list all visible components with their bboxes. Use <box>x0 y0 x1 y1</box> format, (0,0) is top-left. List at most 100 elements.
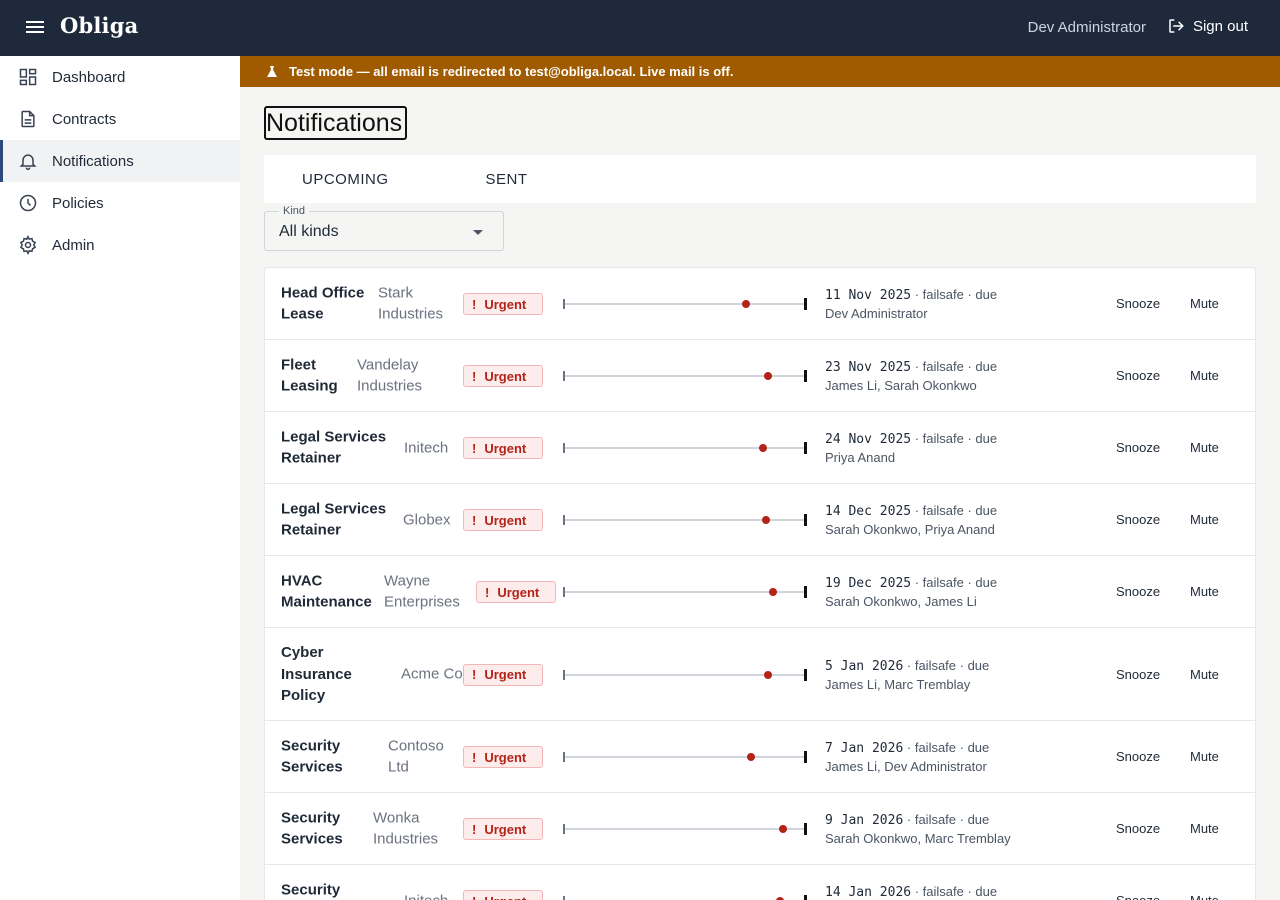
timeline-due-tick <box>804 298 807 310</box>
mute-button[interactable]: Mute <box>1190 893 1219 900</box>
mute-button[interactable]: Mute <box>1190 821 1219 836</box>
notification-info: 14 Jan 2026 · failsafe · due <box>825 883 997 900</box>
mute-button[interactable]: Mute <box>1190 749 1219 764</box>
timeline-due-tick <box>804 751 807 763</box>
notification-row[interactable]: HVAC Maintenance Wayne Enterprises! Urgent… <box>265 556 1255 628</box>
mute-button[interactable]: Mute <box>1190 296 1219 311</box>
notification-row[interactable]: Legal Services Retainer Globex! Urgent 14 D… <box>265 484 1255 556</box>
due-date: 7 Jan 2026 <box>825 741 904 756</box>
urgent-badge: ! Urgent <box>463 437 543 459</box>
due-timeline <box>563 668 807 681</box>
timeline-start-tick <box>563 515 565 525</box>
sidebar-item-policies[interactable]: Policies <box>0 182 240 224</box>
badge-label: Urgent <box>484 821 527 837</box>
exclamation-icon: ! <box>472 512 477 528</box>
contract-title: HVAC Maintenance <box>281 572 372 611</box>
notification-row[interactable]: Security ServicesInitech!Urgent14 Jan 20… <box>265 865 1255 900</box>
tab-sent[interactable]: SENT <box>486 171 528 188</box>
exclamation-icon: ! <box>472 667 477 682</box>
due-timeline <box>563 823 807 835</box>
due-timeline <box>563 442 807 454</box>
mute-button[interactable]: Mute <box>1190 368 1219 383</box>
snooze-button[interactable]: Snooze <box>1116 368 1160 383</box>
due-timeline <box>563 514 807 526</box>
kind-filter-select[interactable]: Kind All kinds <box>264 206 504 251</box>
timeline-start-tick <box>563 752 565 762</box>
mute-button[interactable]: Mute <box>1190 584 1219 599</box>
timeline-start-tick <box>563 587 565 597</box>
test-mode-banner: Test mode — all email is redirected to t… <box>240 56 1280 87</box>
timeline-start-tick <box>563 896 565 900</box>
snooze-button[interactable]: Snooze <box>1116 440 1160 455</box>
counterparty-name: Wayne Enterprises <box>384 572 460 611</box>
recipients: James Li, Sarah Okonkwo <box>825 378 977 393</box>
notification-info: 14 Dec 2025 · failsafe · due Sarah Okonkw… <box>825 502 997 539</box>
tab-upcoming[interactable]: UPCOMING <box>302 171 389 188</box>
due-date: 24 Nov 2025 <box>825 432 912 447</box>
snooze-button[interactable]: Snooze <box>1116 296 1160 311</box>
timeline-due-tick <box>804 442 807 454</box>
timeline-due-tick <box>804 586 807 598</box>
banner-text: Test mode — all email is redirected to t… <box>289 64 734 79</box>
brand-logo[interactable]: Obliga <box>60 13 138 38</box>
sidebar-item-label: Admin <box>52 236 95 254</box>
mute-button[interactable]: Mute <box>1190 440 1219 455</box>
dashboard-icon <box>18 67 38 87</box>
snooze-button[interactable]: Snooze <box>1116 749 1160 764</box>
timeline-track <box>563 447 807 449</box>
urgent-badge: ! Urgent <box>463 663 543 686</box>
notification-row[interactable]: Fleet Leasing Vandelay Industries! Urgent 2… <box>265 340 1255 412</box>
flask-icon <box>267 65 277 77</box>
timeline-now-marker <box>778 825 787 833</box>
timeline-start-tick <box>563 669 565 680</box>
exclamation-icon: ! <box>472 894 476 900</box>
counterparty-name: Contoso Ltd <box>388 737 444 776</box>
notification-row[interactable]: Head Office Lease Stark Industries! Urgent… <box>265 268 1255 340</box>
notification-list: Head Office Lease Stark Industries! Urgent… <box>264 267 1256 900</box>
mute-button[interactable]: Mute <box>1190 512 1219 527</box>
snooze-button[interactable]: Snooze <box>1116 821 1160 836</box>
contract-title: Cyber Insurance Policy <box>281 643 352 704</box>
counterparty-name: Vandelay Industries <box>357 356 423 395</box>
snooze-button[interactable]: Snooze <box>1116 584 1160 599</box>
sidebar-item-dashboard[interactable]: Dashboard <box>0 56 240 98</box>
mute-button[interactable]: Mute <box>1190 667 1219 682</box>
sign-out-button[interactable]: Sign out <box>1167 17 1248 35</box>
timeline-due-tick <box>804 895 807 900</box>
contract-title: Fleet Leasing <box>281 356 338 395</box>
snooze-button[interactable]: Snooze <box>1116 667 1160 682</box>
due-date: 9 Jan 2026 <box>825 813 904 828</box>
badge-label: Urgent <box>484 749 527 765</box>
urgent-badge: ! Urgent <box>463 746 543 768</box>
hamburger-menu-icon[interactable] <box>24 18 46 38</box>
due-date: 23 Nov 2025 <box>825 360 912 375</box>
sidebar-item-contracts[interactable]: Contracts <box>0 98 240 140</box>
notification-row[interactable]: Security Services Contoso Ltd! Urgent 7 Jan… <box>265 721 1255 793</box>
snooze-button[interactable]: Snooze <box>1116 512 1160 527</box>
due-date: 11 Nov 2025 <box>825 288 912 303</box>
main-content: Notifications UPCOMING SENT Kind All kin… <box>264 87 1256 900</box>
notification-meta: · failsafe · due <box>911 575 998 590</box>
contract-title: Security Services <box>281 881 341 898</box>
recipients: Sarah Okonkwo, James Li <box>825 594 977 609</box>
sidebar-item-label: Policies <box>52 194 104 212</box>
notification-info: 7 Jan 2026 · failsafe · due James Li, Dev… <box>825 739 989 776</box>
snooze-button[interactable]: Snooze <box>1116 893 1160 900</box>
badge-label: Urgent <box>484 512 527 528</box>
timeline-now-marker <box>763 372 772 380</box>
timeline-now-marker <box>763 670 772 679</box>
notification-row[interactable]: Security Services Wonka Industries! Urgent… <box>265 793 1255 865</box>
sidebar-item-notifications[interactable]: Notifications <box>0 140 240 182</box>
due-timeline <box>563 370 807 382</box>
notification-meta: · failsafe · due <box>911 431 998 446</box>
due-date: 19 Dec 2025 <box>825 576 912 591</box>
timeline-start-tick <box>563 371 565 381</box>
exclamation-icon: ! <box>472 368 477 384</box>
badge-label: Urgent <box>484 296 527 312</box>
notification-row[interactable]: Legal Services Retainer Initech! Urgent 24 … <box>265 412 1255 484</box>
timeline-start-tick <box>563 299 565 309</box>
recipients: James Li, Marc Tremblay <box>825 676 971 692</box>
notification-row[interactable]: Cyber Insurance Policy Acme Corp! Urgent 5 … <box>265 628 1255 721</box>
sidebar-item-admin[interactable]: Admin <box>0 224 240 266</box>
notification-meta: · failsafe · due <box>903 812 990 827</box>
